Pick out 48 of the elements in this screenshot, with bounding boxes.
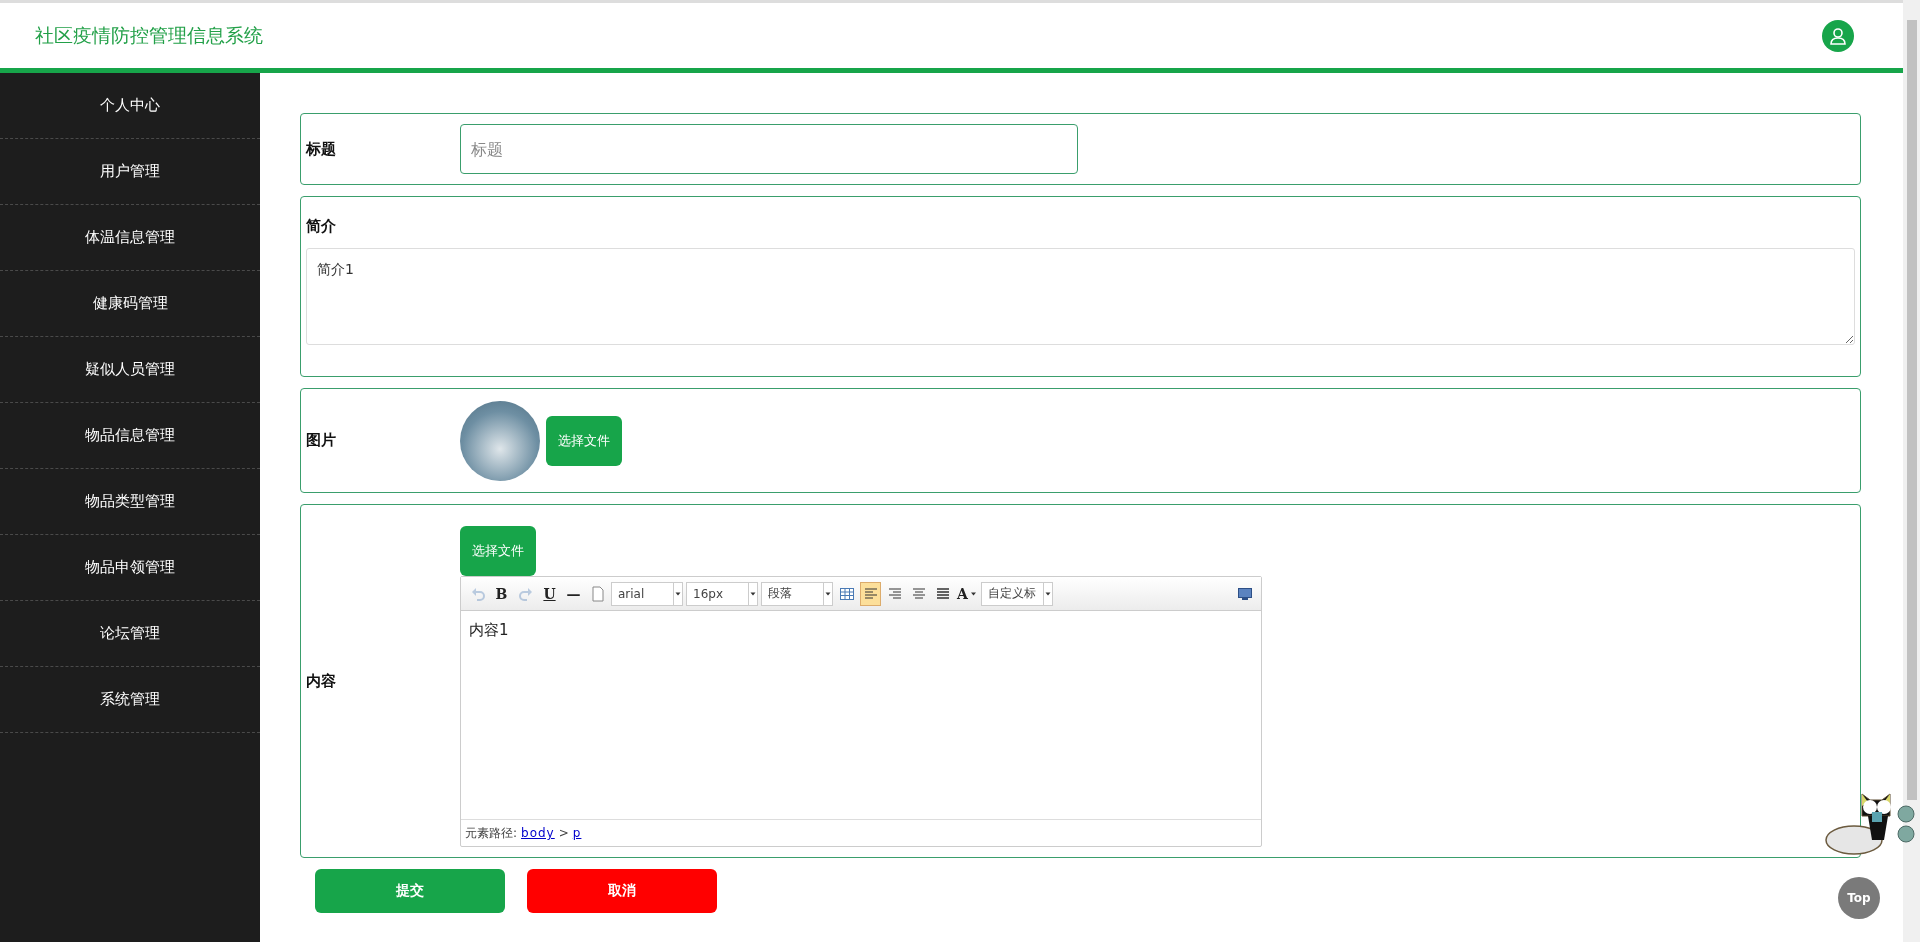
- redo-icon: [517, 585, 534, 602]
- dropdown-select[interactable]: 16px: [686, 581, 758, 606]
- table-icon: [838, 585, 855, 602]
- dropdown-select[interactable]: arial: [611, 581, 683, 606]
- path-link[interactable]: p: [572, 826, 582, 840]
- dropdown-select[interactable]: 自定义标: [980, 581, 1053, 606]
- font-color-button[interactable]: A: [956, 581, 978, 606]
- sidebar-item[interactable]: 个人中心: [0, 73, 260, 139]
- align-left-button[interactable]: [860, 581, 881, 606]
- intro-text-area[interactable]: 简介1: [306, 248, 1855, 345]
- sidebar-item[interactable]: 体温信息管理: [0, 205, 260, 271]
- justify-icon: [934, 585, 951, 602]
- sidebar-item[interactable]: 健康码管理: [0, 271, 260, 337]
- sidebar-item[interactable]: 论坛管理: [0, 601, 260, 667]
- rule-button[interactable]: —: [563, 581, 584, 606]
- field-label: 内容: [306, 671, 337, 691]
- bold-button[interactable]: B: [491, 581, 512, 606]
- caret-icon: [1042, 582, 1052, 605]
- path-link[interactable]: body: [521, 826, 555, 840]
- scrollbar[interactable]: [1903, 0, 1920, 942]
- align-right-icon: [886, 585, 903, 602]
- field-label: 标题: [306, 139, 337, 159]
- sidebar-item[interactable]: 物品申领管理: [0, 535, 260, 601]
- monitor-icon: [1236, 585, 1253, 602]
- align-left-icon: [862, 585, 879, 602]
- back-to-top-button[interactable]: Top: [1838, 877, 1880, 919]
- path-label: 元素路径:: [465, 824, 518, 842]
- field-label: 图片: [306, 431, 337, 450]
- sidebar-item[interactable]: 系统管理: [0, 667, 260, 733]
- field-label: 简介: [306, 217, 337, 236]
- sidebar-item[interactable]: 物品信息管理: [0, 403, 260, 469]
- caret-icon: [823, 582, 832, 605]
- title-input-field[interactable]: 标题: [460, 124, 1078, 174]
- cancel-button[interactable]: 取消: [527, 869, 717, 913]
- sidebar-item[interactable]: 疑似人员管理: [0, 337, 260, 403]
- sidebar-item[interactable]: 用户管理: [0, 139, 260, 205]
- editor-body[interactable]: 内容1: [461, 611, 1261, 819]
- caret-icon: [673, 582, 682, 605]
- underline-button[interactable]: U: [539, 581, 560, 606]
- sidebar-item[interactable]: 物品类型管理: [0, 469, 260, 535]
- dropdown-select[interactable]: 段落: [761, 581, 833, 606]
- page-icon: [589, 585, 606, 602]
- user-avatar-icon[interactable]: [1822, 19, 1854, 52]
- path-separator: >: [558, 826, 569, 840]
- caret-icon: [748, 582, 757, 605]
- app-title: 社区疫情防控管理信息系统: [35, 22, 263, 48]
- caret-icon: [969, 590, 977, 597]
- align-center-icon: [910, 585, 927, 602]
